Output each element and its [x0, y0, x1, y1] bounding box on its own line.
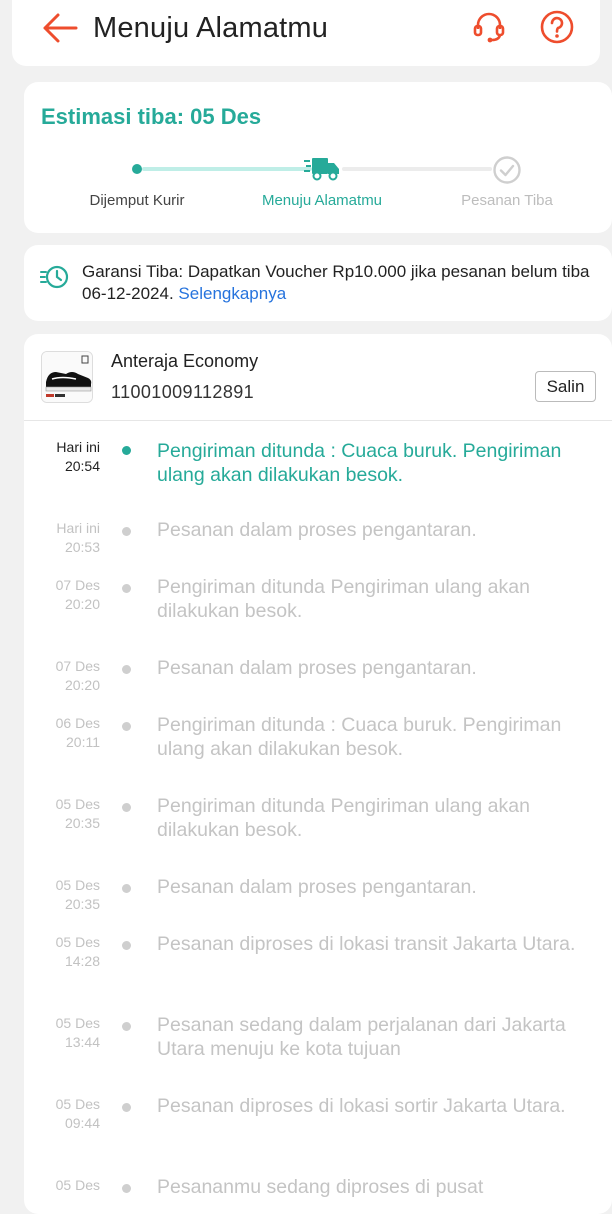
event-time: 20:35 [64, 815, 100, 831]
event-date: 05 Des [55, 1177, 100, 1193]
headset-icon[interactable] [470, 8, 508, 46]
event-time: 13:44 [64, 1034, 100, 1050]
event-date: 05 Des [55, 1015, 100, 1031]
product-thumbnail [41, 351, 93, 403]
event-description: Pesanan diproses di lokasi transit Jakar… [157, 933, 576, 955]
tracking-card: Anteraja Economy 11001009112891 Salin Ha… [24, 334, 612, 1214]
event-time: 20:11 [66, 734, 100, 750]
event-description: Pesanan dalam proses pengantaran. [157, 876, 477, 898]
event-timestamp: 06 Des 20:11 [34, 714, 100, 752]
tracking-number: 11001009112891 [111, 382, 255, 402]
event-description: Pesanan diproses di lokasi sortir Jakart… [157, 1095, 566, 1117]
clock-fast-icon [40, 265, 69, 289]
event-timestamp: 05 Des 20:35 [34, 876, 100, 914]
courier-name: Anteraja Economy [111, 351, 259, 371]
event-time: 09:44 [64, 1115, 100, 1131]
event-date: 05 Des [55, 934, 100, 950]
event-timestamp: 05 Des 14:28 [34, 933, 100, 971]
delivery-estimate-card: Estimasi tiba: 05 Des Dijemput Kurir Men… [24, 82, 612, 233]
event-timestamp: Hari ini 20:53 [34, 519, 100, 557]
timeline-dot [122, 1022, 131, 1031]
event-time: 20:20 [64, 596, 100, 612]
guarantee-card: Garansi Tiba: Dapatkan Voucher Rp10.000 … [24, 245, 612, 321]
event-date: 05 Des [55, 877, 100, 893]
copy-button[interactable]: Salin [535, 371, 596, 402]
guarantee-text: Garansi Tiba: Dapatkan Voucher Rp10.000 … [82, 261, 592, 305]
step-label-picked-up: Dijemput Kurir [89, 192, 185, 209]
event-date: 05 Des [55, 796, 100, 812]
event-date: 05 Des [55, 1096, 100, 1112]
step-dot-done [132, 164, 142, 174]
event-description: Pesananmu sedang diproses di pusat [157, 1176, 484, 1198]
event-description: Pesanan sedang dalam perjalanan dari Jak… [157, 1014, 566, 1060]
event-date: 06 Des [55, 715, 100, 731]
delivery-truck-icon [304, 158, 339, 181]
event-time: 14:28 [64, 953, 100, 969]
timeline-dot [122, 722, 131, 731]
event-timestamp: 07 Des 20:20 [34, 657, 100, 695]
timeline-dot [122, 584, 131, 593]
estimate-label: Estimasi tiba: 05 Des [41, 104, 262, 129]
event-time: 20:20 [64, 677, 100, 693]
event-description: Pesanan dalam proses pengantaran. [157, 657, 477, 679]
event-date: Hari ini [56, 520, 100, 536]
timeline-dot [122, 446, 131, 455]
learn-more-link[interactable]: Selengkapnya [178, 284, 286, 303]
divider [24, 420, 612, 421]
check-circle-icon [493, 156, 521, 184]
event-description: Pengiriman ditunda : Cuaca buruk. Pengir… [157, 440, 562, 486]
guarantee-message: Garansi Tiba: Dapatkan Voucher Rp10.000 … [82, 262, 590, 303]
timeline-dot [122, 884, 131, 893]
event-date: Hari ini [56, 439, 100, 455]
timeline-dot [122, 1103, 131, 1112]
sneaker-image [42, 352, 92, 402]
event-timestamp: Hari ini 20:54 [34, 438, 100, 476]
progress-line-pending [342, 167, 492, 171]
event-timestamp: 05 Des [34, 1176, 100, 1195]
timeline-dot [122, 1184, 131, 1193]
page-title: Menuju Alamatmu [93, 12, 329, 44]
timeline-dot [122, 803, 131, 812]
event-description: Pengiriman ditunda : Cuaca buruk. Pengir… [157, 714, 562, 760]
question-circle-icon[interactable] [538, 8, 576, 46]
event-timestamp: 05 Des 20:35 [34, 795, 100, 833]
step-label-on-the-way: Menuju Alamatmu [261, 192, 383, 209]
event-timestamp: 05 Des 09:44 [34, 1095, 100, 1133]
step-label-arrived: Pesanan Tiba [461, 192, 553, 209]
event-description: Pesanan dalam proses pengantaran. [157, 519, 477, 541]
top-bar: Menuju Alamatmu [12, 0, 600, 66]
event-date: 07 Des [55, 577, 100, 593]
event-time: 20:54 [64, 458, 100, 474]
back-arrow-icon[interactable] [40, 10, 80, 46]
event-date: 07 Des [55, 658, 100, 674]
event-time: 20:53 [64, 539, 100, 555]
timeline-dot [122, 941, 131, 950]
event-description: Pengiriman ditunda Pengiriman ulang akan… [157, 576, 530, 622]
timeline-dot [122, 527, 131, 536]
event-time: 20:35 [64, 896, 100, 912]
event-timestamp: 05 Des 13:44 [34, 1014, 100, 1052]
event-timestamp: 07 Des 20:20 [34, 576, 100, 614]
event-description: Pengiriman ditunda Pengiriman ulang akan… [157, 795, 530, 841]
timeline-dot [122, 665, 131, 674]
progress-line-done [142, 167, 312, 171]
